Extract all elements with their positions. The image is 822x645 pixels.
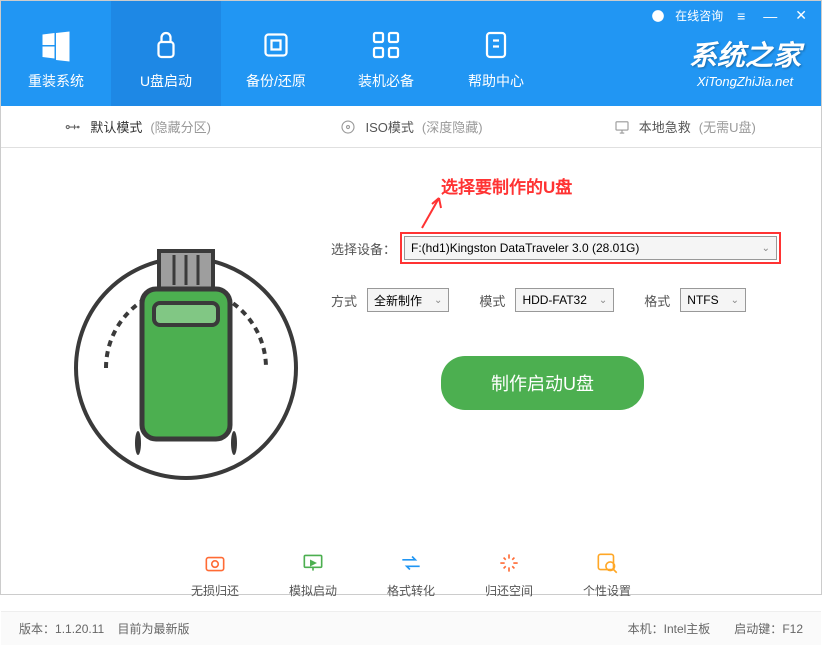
method-label: 方式 bbox=[331, 291, 357, 310]
subtab-label: 默认模式 bbox=[90, 117, 142, 136]
format-label: 格式 bbox=[644, 291, 670, 310]
menu-icon[interactable]: ≡ bbox=[733, 8, 749, 24]
settings-search-icon bbox=[594, 550, 620, 576]
nav-label: 装机必备 bbox=[358, 71, 414, 91]
status-right: 本机：Intel主板 启动键：F12 bbox=[628, 620, 803, 637]
device-select-highlight: F:(hd1)Kingston DataTraveler 3.0 (28.01G… bbox=[400, 232, 781, 264]
version-label: 版本： bbox=[19, 622, 55, 636]
subtab-label: ISO模式 bbox=[365, 117, 413, 136]
chevron-down-icon: ⌄ bbox=[731, 295, 739, 306]
monitor-icon bbox=[613, 118, 631, 136]
chevron-down-icon: ⌄ bbox=[762, 243, 770, 254]
device-label: 选择设备： bbox=[331, 239, 396, 258]
arrow-icon bbox=[417, 190, 447, 230]
device-value: F:(hd1)Kingston DataTraveler 3.0 (28.01G… bbox=[411, 241, 639, 255]
subtab-suffix: (深度隐藏) bbox=[422, 117, 483, 136]
subtab-suffix: (无需U盘) bbox=[699, 117, 756, 136]
method-value: 全新制作 bbox=[374, 292, 422, 309]
backup-icon bbox=[258, 27, 294, 63]
mode-label: 模式 bbox=[479, 291, 505, 310]
subtab-local[interactable]: 本地急救 (无需U盘) bbox=[548, 106, 821, 147]
action-return-space[interactable]: 归还空间 bbox=[485, 550, 533, 599]
sparkle-icon bbox=[496, 550, 522, 576]
action-lossless-return[interactable]: 无损归还 bbox=[191, 550, 239, 599]
disc-icon bbox=[339, 118, 357, 136]
nav-label: 重装系统 bbox=[28, 71, 84, 91]
format-select[interactable]: NTFS ⌄ bbox=[680, 288, 746, 312]
monitor-play-icon bbox=[300, 550, 326, 576]
close-button[interactable]: ✕ bbox=[791, 7, 811, 24]
bootkey-label: 启动键： bbox=[734, 622, 782, 636]
online-consult[interactable]: 在线咨询 bbox=[675, 7, 723, 24]
windows-icon bbox=[38, 27, 74, 63]
usb-icon bbox=[64, 118, 82, 136]
host-value: Intel主板 bbox=[664, 622, 711, 636]
bootkey-value: F12 bbox=[782, 622, 803, 636]
action-label: 无损归还 bbox=[191, 582, 239, 599]
mode-select[interactable]: HDD-FAT32 ⌄ bbox=[515, 288, 614, 312]
subtab-label: 本地急救 bbox=[639, 117, 691, 136]
usb-illustration bbox=[56, 223, 316, 483]
latest-text: 目前为最新版 bbox=[118, 622, 190, 636]
mode-value: HDD-FAT32 bbox=[522, 293, 586, 307]
action-personalize[interactable]: 个性设置 bbox=[583, 550, 631, 599]
host-label: 本机： bbox=[628, 622, 664, 636]
action-label: 模拟启动 bbox=[289, 582, 337, 599]
help-icon bbox=[478, 27, 514, 63]
nav-reinstall[interactable]: 重装系统 bbox=[1, 1, 111, 106]
nav-label: 帮助中心 bbox=[468, 71, 524, 91]
chevron-down-icon: ⌄ bbox=[599, 295, 607, 306]
nav-label: U盘启动 bbox=[140, 71, 192, 91]
method-select[interactable]: 全新制作 ⌄ bbox=[367, 288, 449, 312]
logo: 系统之家 XiTongZhiJia.net bbox=[689, 19, 801, 89]
apps-icon bbox=[368, 27, 404, 63]
action-label: 归还空间 bbox=[485, 582, 533, 599]
nav-usb-boot[interactable]: U盘启动 bbox=[111, 1, 221, 106]
nav-help[interactable]: 帮助中心 bbox=[441, 1, 551, 106]
nav-label: 备份/还原 bbox=[246, 71, 306, 91]
create-usb-button[interactable]: 制作启动U盘 bbox=[441, 356, 644, 410]
action-label: 个性设置 bbox=[583, 582, 631, 599]
format-value: NTFS bbox=[687, 293, 718, 307]
device-select[interactable]: F:(hd1)Kingston DataTraveler 3.0 (28.01G… bbox=[404, 236, 777, 260]
logo-subtitle: XiTongZhiJia.net bbox=[689, 74, 801, 89]
minimize-button[interactable]: — bbox=[759, 8, 781, 24]
subtab-iso[interactable]: ISO模式 (深度隐藏) bbox=[274, 106, 547, 147]
usb-lock-icon bbox=[148, 27, 184, 63]
subtab-default[interactable]: 默认模式 (隐藏分区) bbox=[1, 106, 274, 147]
logo-text: 系统之家 bbox=[689, 34, 801, 74]
camera-icon bbox=[202, 550, 228, 576]
nav-backup[interactable]: 备份/还原 bbox=[221, 1, 331, 106]
status-left: 版本：1.1.20.11 目前为最新版 bbox=[19, 620, 190, 637]
action-format-convert[interactable]: 格式转化 bbox=[387, 550, 435, 599]
convert-icon bbox=[398, 550, 424, 576]
subtab-suffix: (隐藏分区) bbox=[150, 117, 211, 136]
annotation-text: 选择要制作的U盘 bbox=[441, 173, 572, 198]
version-value: 1.1.20.11 bbox=[55, 622, 104, 636]
penguin-icon bbox=[651, 9, 665, 23]
chevron-down-icon: ⌄ bbox=[434, 295, 442, 306]
action-simulate-boot[interactable]: 模拟启动 bbox=[289, 550, 337, 599]
nav-essentials[interactable]: 装机必备 bbox=[331, 1, 441, 106]
action-label: 格式转化 bbox=[387, 582, 435, 599]
